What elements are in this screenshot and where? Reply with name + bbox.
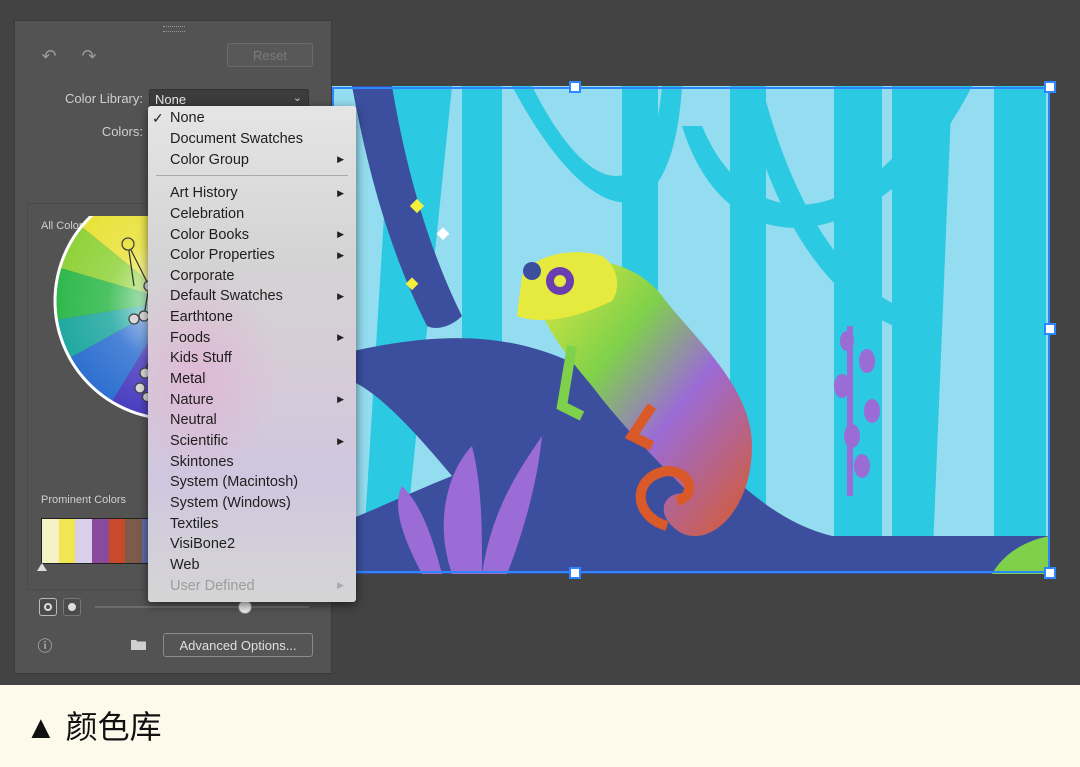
menu-item-label: Color Group — [170, 151, 249, 168]
menu-item-visibone2[interactable]: VisiBone2 — [148, 534, 356, 555]
brightness-slider[interactable] — [95, 606, 309, 608]
menu-item-label: Celebration — [170, 205, 245, 222]
radio-dot-icon — [44, 603, 52, 611]
info-icon[interactable]: ⓘ — [35, 635, 55, 655]
folder-icon[interactable] — [127, 633, 149, 655]
menu-item-label: User Defined — [170, 577, 255, 594]
menu-item-metal[interactable]: Metal — [148, 369, 356, 390]
menu-item-scientific[interactable]: Scientific ▶ — [148, 431, 356, 452]
menu-separator — [156, 174, 348, 176]
color-library-value: None — [155, 91, 187, 107]
menu-item-document-swatches[interactable]: Document Swatches — [148, 129, 356, 150]
menu-item-label: Document Swatches — [170, 130, 303, 147]
menu-item-label: Metal — [170, 371, 206, 388]
menu-item-system-windows[interactable]: System (Windows) — [148, 493, 356, 514]
menu-item-skintones[interactable]: Skintones — [148, 451, 356, 472]
menu-item-label: Scientific — [170, 433, 229, 450]
selection-handle-middle-right[interactable] — [1044, 323, 1056, 335]
menu-item-neutral[interactable]: Neutral — [148, 410, 356, 431]
submenu-arrow-icon: ▶ — [337, 154, 344, 165]
prominent-color-swatch[interactable] — [92, 519, 109, 563]
menu-item-corporate[interactable]: Corporate — [148, 266, 356, 287]
wheel-mode-radio[interactable] — [39, 598, 57, 616]
menu-item-label: Neutral — [170, 412, 217, 429]
menu-item-label: VisiBone2 — [170, 536, 236, 553]
menu-item-color-group[interactable]: Color Group ▶ — [148, 149, 356, 170]
menu-item-web[interactable]: Web — [148, 555, 356, 576]
submenu-arrow-icon: ▶ — [337, 332, 344, 343]
redo-icon[interactable]: ↷ — [77, 45, 101, 67]
menu-item-user-defined: User Defined ▶ — [148, 575, 356, 596]
menu-item-color-properties[interactable]: Color Properties ▶ — [148, 245, 356, 266]
prominent-color-swatch[interactable] — [58, 519, 76, 563]
menu-item-label: System (Macintosh) — [170, 474, 299, 491]
bars-mode-radio[interactable] — [63, 598, 81, 616]
submenu-arrow-icon: ▶ — [337, 229, 344, 240]
radio-dot-icon — [68, 603, 76, 611]
menu-item-label: Art History — [170, 185, 238, 202]
menu-item-default-swatches[interactable]: Default Swatches ▶ — [148, 286, 356, 307]
menu-item-nature[interactable]: Nature ▶ — [148, 389, 356, 410]
selection-handle-top-center[interactable] — [569, 81, 581, 93]
submenu-arrow-icon: ▶ — [337, 580, 344, 591]
advanced-options-button[interactable]: Advanced Options... — [163, 633, 313, 657]
selection-bounding-box[interactable] — [332, 87, 1050, 573]
chevron-down-icon: ⌄ — [292, 92, 302, 104]
selection-handle-bottom-right[interactable] — [1044, 567, 1056, 579]
prominent-color-swatch[interactable] — [108, 519, 126, 563]
slider-knob[interactable] — [238, 600, 252, 614]
submenu-arrow-icon: ▶ — [337, 435, 344, 446]
menu-item-textiles[interactable]: Textiles — [148, 513, 356, 534]
reset-button[interactable]: Reset — [227, 43, 313, 67]
color-library-label: Color Library: — [64, 91, 143, 106]
menu-item-color-books[interactable]: Color Books ▶ — [148, 224, 356, 245]
strip-marker[interactable] — [37, 563, 47, 571]
menu-item-label: Nature — [170, 391, 214, 408]
menu-item-label: Color Properties — [170, 247, 275, 264]
figure-caption: ▲ 颜色库 — [25, 709, 162, 745]
menu-item-label: System (Windows) — [170, 494, 291, 511]
menu-item-label: Foods — [170, 329, 211, 346]
submenu-arrow-icon: ▶ — [337, 249, 344, 260]
color-library-menu: ✓ None Document Swatches Color Group ▶ Art Hi… — [148, 106, 356, 602]
prominent-color-swatch[interactable] — [42, 519, 59, 563]
prominent-color-swatch[interactable] — [75, 519, 93, 563]
menu-item-label: None — [170, 110, 205, 127]
menu-item-label: Corporate — [170, 267, 235, 284]
checkmark-icon: ✓ — [152, 109, 164, 126]
prominent-colors-label: Prominent Colors — [41, 494, 126, 506]
menu-item-label: Textiles — [170, 515, 219, 532]
submenu-arrow-icon: ▶ — [337, 187, 344, 198]
selection-handle-top-right[interactable] — [1044, 81, 1056, 93]
menu-item-earthtone[interactable]: Earthtone — [148, 307, 356, 328]
menu-item-label: Earthtone — [170, 309, 233, 326]
app-window: ↶ ↷ Reset Color Library: None ⌄ Colors: … — [0, 0, 1080, 685]
menu-item-label: Kids Stuff — [170, 350, 232, 367]
menu-item-label: Default Swatches — [170, 288, 283, 305]
menu-item-label: Skintones — [170, 453, 234, 470]
selection-handle-bottom-center[interactable] — [569, 567, 581, 579]
menu-item-celebration[interactable]: Celebration — [148, 204, 356, 225]
menu-item-label: Color Books — [170, 226, 249, 243]
menu-item-system-macintosh[interactable]: System (Macintosh) — [148, 472, 356, 493]
panel-grip[interactable] — [163, 26, 185, 32]
menu-item-none[interactable]: ✓ None — [148, 108, 356, 129]
submenu-arrow-icon: ▶ — [337, 290, 344, 301]
prominent-color-swatch[interactable] — [125, 519, 143, 563]
menu-item-foods[interactable]: Foods ▶ — [148, 328, 356, 349]
colors-label: Colors: — [101, 124, 143, 139]
submenu-arrow-icon: ▶ — [337, 394, 344, 405]
menu-item-kids-stuff[interactable]: Kids Stuff — [148, 348, 356, 369]
undo-icon[interactable]: ↶ — [37, 45, 61, 67]
menu-item-label: Web — [170, 556, 200, 573]
menu-item-art-history[interactable]: Art History ▶ — [148, 183, 356, 204]
